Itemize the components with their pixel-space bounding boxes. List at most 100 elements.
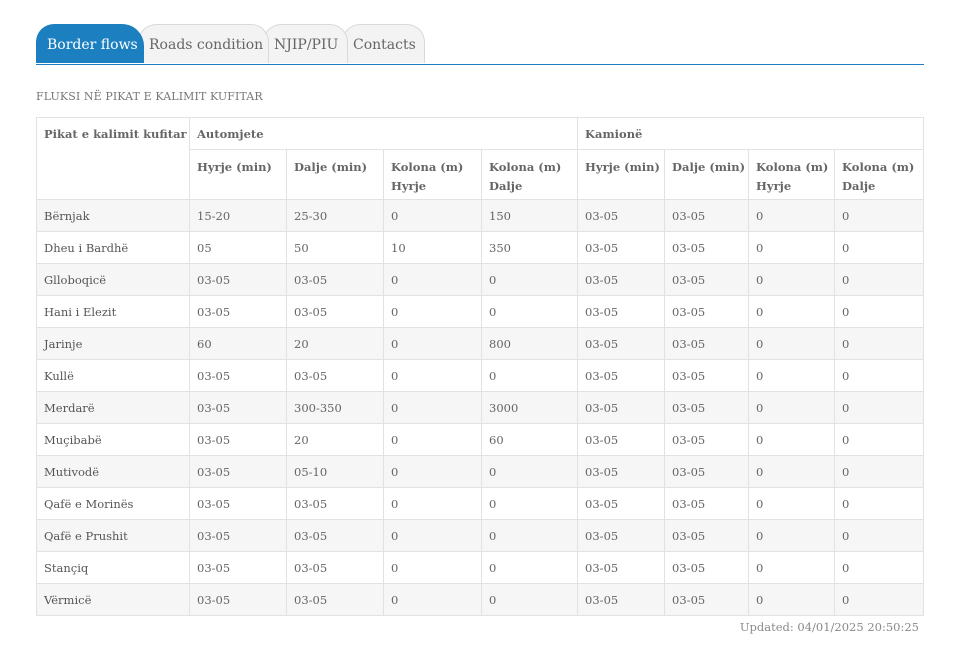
table-cell: 03-05 [577, 327, 666, 360]
table-cell: 03-05 [664, 231, 750, 264]
table-row: Stançiq 03-05 03-05 0 0 03-05 03-05 0 0 [36, 551, 925, 584]
table-cell: 0 [748, 391, 836, 424]
station-name: Merdarë [36, 391, 190, 424]
table-cell: 0 [383, 295, 482, 328]
table-cell: 0 [748, 359, 836, 392]
table-cell: 0 [383, 391, 482, 424]
table-cell: 50 [286, 231, 384, 264]
table-cell: 03-05 [664, 199, 750, 232]
table-cell: 0 [480, 487, 579, 520]
table-cell: 0 [834, 455, 925, 488]
table-cell: 0 [834, 391, 925, 424]
table-body: Bërnjak 15-20 25-30 0 150 03-05 03-05 0 0 Dheu i … [36, 199, 925, 616]
table-cell: 0 [383, 551, 482, 584]
table-cell: 03-05 [577, 263, 666, 296]
column-header: Kolona (m) Hyrje [383, 149, 482, 200]
table-cell: 03-05 [189, 583, 287, 616]
table-cell: 03-05 [577, 551, 666, 584]
station-name: Muçibabë [36, 423, 190, 456]
station-name: Stançiq [36, 551, 190, 584]
column-header: Dalje (min) [286, 149, 384, 200]
column-header: Hyrje (min) [189, 149, 287, 200]
table-cell: 03-05 [286, 359, 384, 392]
border-flows-table: Pikat e kalimit kufitar Automjete Kamion… [36, 117, 925, 616]
table-cell: 03-05 [189, 423, 287, 456]
table-cell: 03-05 [286, 551, 384, 584]
station-name: Mutivodë [36, 455, 190, 488]
table-cell: 800 [480, 327, 579, 360]
table-cell: 03-05 [286, 487, 384, 520]
column-header: Dalje (min) [664, 149, 750, 200]
table-cell: 0 [834, 231, 925, 264]
table-cell: 0 [383, 359, 482, 392]
station-name: Bërnjak [36, 199, 190, 232]
table-cell: 0 [748, 231, 836, 264]
table-cell: 03-05 [189, 263, 287, 296]
table-cell: 03-05 [286, 263, 384, 296]
table-cell: 0 [383, 455, 482, 488]
table-row: Muçibabë 03-05 20 0 60 03-05 03-05 0 0 [36, 423, 925, 456]
table-cell: 03-05 [577, 487, 666, 520]
table-cell: 0 [748, 551, 836, 584]
table-cell: 0 [480, 295, 579, 328]
table-cell: 03-05 [189, 487, 287, 520]
header-group-cars: Automjete [188, 117, 579, 150]
table-cell: 03-05 [664, 263, 750, 296]
table-cell: 0 [748, 487, 836, 520]
table-cell: 03-05 [577, 359, 666, 392]
table-cell: 0 [748, 583, 836, 616]
table-cell: 0 [383, 519, 482, 552]
table-cell: 0 [748, 263, 836, 296]
header-group-trucks: Kamionë [577, 117, 925, 150]
table-cell: 0 [834, 263, 925, 296]
table-row: Merdarë 03-05 300-350 0 3000 03-05 03-05 0 0 [36, 391, 925, 424]
table-cell: 03-05 [664, 455, 750, 488]
table-cell: 03-05 [189, 391, 287, 424]
table-cell: 0 [748, 327, 836, 360]
table-cell: 0 [480, 551, 579, 584]
table-cell: 03-05 [577, 519, 666, 552]
tab-contacts[interactable]: Contacts [342, 24, 425, 63]
table-cell: 25-30 [286, 199, 384, 232]
table-cell: 0 [383, 583, 482, 616]
tab-bar: Border flows Roads condition NJIP/PIU Co… [36, 24, 924, 65]
tab-njip-piu[interactable]: NJIP/PIU [263, 24, 348, 63]
tab-roads-condition[interactable]: Roads condition [138, 24, 269, 63]
table-cell: 0 [834, 551, 925, 584]
table-cell: 0 [834, 199, 925, 232]
table-cell: 03-05 [189, 551, 287, 584]
table-cell: 03-05 [664, 583, 750, 616]
station-name: Qafë e Prushit [36, 519, 190, 552]
station-name: Glloboqicë [36, 263, 190, 296]
table-cell: 0 [834, 359, 925, 392]
table-cell: 300-350 [286, 391, 384, 424]
table-cell: 0 [480, 519, 579, 552]
table-cell: 03-05 [286, 519, 384, 552]
updated-timestamp: Updated: 04/01/2025 20:50:25 [739, 620, 919, 634]
table-cell: 60 [189, 327, 287, 360]
table-row: Vërmicë 03-05 03-05 0 0 03-05 03-05 0 0 [36, 583, 925, 616]
table-cell: 0 [834, 295, 925, 328]
station-name: Qafë e Morinës [36, 487, 190, 520]
table-cell: 20 [286, 423, 384, 456]
table-cell: 03-05 [664, 295, 750, 328]
table-cell: 03-05 [577, 295, 666, 328]
table-cell: 0 [383, 487, 482, 520]
table-cell: 03-05 [664, 519, 750, 552]
header-station: Pikat e kalimit kufitar [36, 117, 190, 200]
table-cell: 15-20 [189, 199, 287, 232]
table-cell: 03-05 [577, 391, 666, 424]
column-header: Hyrje (min) [577, 149, 666, 200]
station-name: Vërmicë [36, 583, 190, 616]
table-cell: 03-05 [664, 327, 750, 360]
table-cell: 0 [748, 199, 836, 232]
table-cell: 03-05 [577, 231, 666, 264]
table-cell: 05 [189, 231, 287, 264]
tab-border-flows[interactable]: Border flows [36, 24, 144, 63]
table-cell: 03-05 [189, 359, 287, 392]
table-cell: 0 [834, 423, 925, 456]
table-cell: 0 [480, 455, 579, 488]
station-name: Hani i Elezit [36, 295, 190, 328]
table-row: Dheu i Bardhë 05 50 10 350 03-05 03-05 0 0 [36, 231, 925, 264]
table-cell: 03-05 [577, 199, 666, 232]
